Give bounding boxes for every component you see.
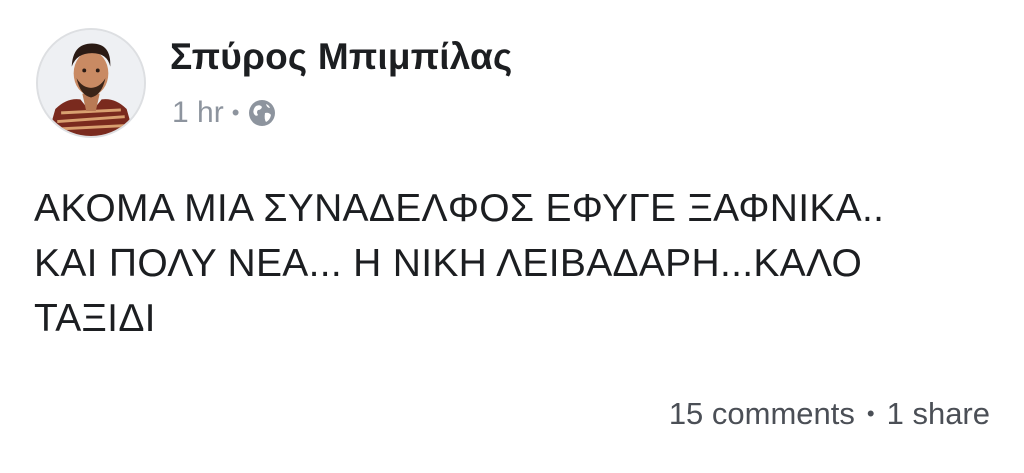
shares-count-link[interactable]: 1 share <box>887 396 990 432</box>
post-timestamp[interactable]: 1 hr <box>172 96 224 130</box>
meta-separator: • <box>231 100 240 125</box>
comments-count-link[interactable]: 15 comments <box>669 396 855 432</box>
footer-separator: • <box>866 401 875 426</box>
author-name[interactable]: Σπύρος Μπιμπίλας <box>170 36 512 78</box>
author-avatar[interactable] <box>36 28 146 138</box>
post-meta: 1 hr • <box>172 96 277 130</box>
avatar-image <box>38 30 144 136</box>
post-footer: 15 comments • 1 share <box>669 396 990 432</box>
globe-icon[interactable] <box>247 98 277 128</box>
post-text: ΑΚΟΜΑ ΜΙΑ ΣΥΝΑΔΕΛΦΟΣ ΕΦΥΓΕ ΞΑΦΝΙΚΑ.. ΚΑΙ… <box>34 187 885 340</box>
facebook-post: Σπύρος Μπιμπίλας 1 hr • ΑΚΟΜΑ ΜΙΑ ΣΥΝΑΔΕ… <box>0 0 1024 473</box>
